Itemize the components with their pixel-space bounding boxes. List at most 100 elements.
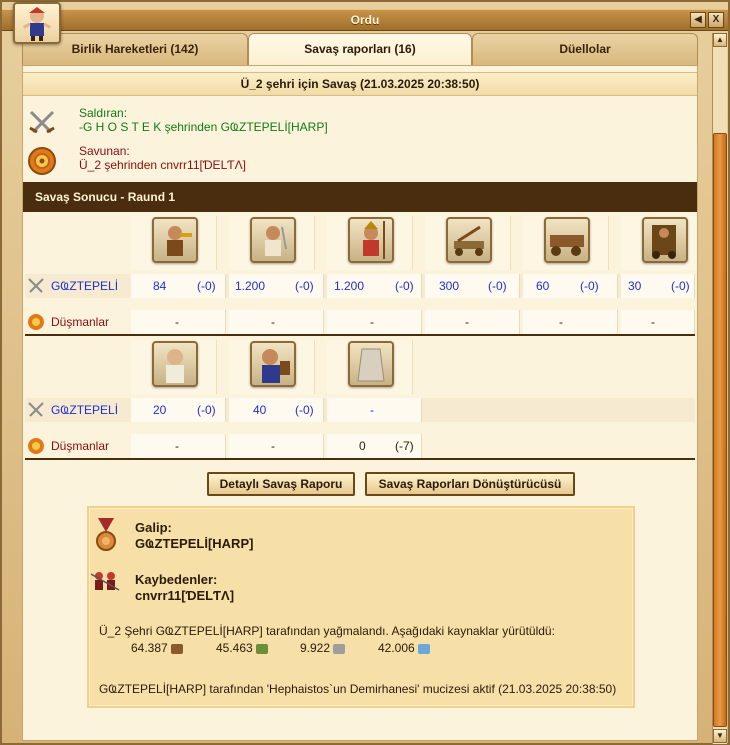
defender-role: Savunan: xyxy=(79,144,130,158)
stone-icon xyxy=(256,643,269,654)
trumpeter-unit-icon[interactable] xyxy=(152,217,198,263)
attacker-info: Saldıran: -G H O S T E K şehrinden GҨZTE… xyxy=(27,106,627,140)
scroll-up-button[interactable]: ▲ xyxy=(713,33,727,47)
defender-line[interactable]: Ü_2 şehrinden cnvrr11[ƊΕLƬΛ] xyxy=(79,158,246,172)
round-title: Savaş Sonucu - Raund 1 xyxy=(23,182,697,212)
unit-slot xyxy=(523,216,609,270)
attacker-role: Saldıran: xyxy=(79,106,128,120)
unit-slot xyxy=(229,216,315,270)
enemy-count: - xyxy=(559,315,563,329)
unit-count: 1.200 xyxy=(235,279,266,293)
own-player-label[interactable]: GҨZTEPELİ xyxy=(51,403,118,417)
battering-ram-unit-icon[interactable] xyxy=(544,217,590,263)
enemy-count: - xyxy=(465,315,469,329)
shield-icon xyxy=(28,314,44,330)
enemy-label-cell: Düşmanlar xyxy=(25,434,129,458)
medal-icon xyxy=(96,518,116,551)
unit-count: 40 xyxy=(253,403,267,417)
window-titlebar: Ordu ◀ X xyxy=(2,9,728,31)
craftsman-unit-icon[interactable] xyxy=(250,341,296,387)
unit-count: 84 xyxy=(153,279,167,293)
enemy-label: Düşmanlar xyxy=(51,315,110,329)
enemy-count: - xyxy=(175,315,179,329)
enemy-count: - xyxy=(175,439,179,453)
close-button[interactable]: X xyxy=(708,12,724,28)
priest-unit-icon[interactable] xyxy=(152,341,198,387)
crossed-swords-icon xyxy=(29,110,55,134)
unit-slot xyxy=(229,340,315,394)
enemy-label: Düşmanlar xyxy=(51,439,110,453)
wood-icon xyxy=(171,643,184,654)
tab-duels[interactable]: Düellolar xyxy=(472,33,698,65)
vertical-scrollbar[interactable]: ▲ ▼ xyxy=(712,33,727,744)
unit-count: 30 xyxy=(628,279,642,293)
resource-silver: 9.922 xyxy=(300,641,346,655)
catapult-unit-icon[interactable] xyxy=(446,217,492,263)
unit-count: 60 xyxy=(536,279,550,293)
enemy-count: - xyxy=(271,315,275,329)
unit-loss: (-0) xyxy=(295,403,314,417)
shield-icon xyxy=(28,438,44,454)
window-title: Ordu xyxy=(350,13,380,27)
enemy-count: 0 xyxy=(359,439,366,453)
enemy-label-cell: Düşmanlar xyxy=(25,310,129,334)
unit-loss: (-0) xyxy=(395,279,414,293)
winner-label: Galip: xyxy=(135,520,172,535)
own-label-cell: GҨZTEPELİ xyxy=(25,398,129,422)
unit-count: 20 xyxy=(153,403,167,417)
enemy-loss: (-7) xyxy=(395,439,414,453)
tab-battle-reports[interactable]: Savaş raporları (16) xyxy=(248,33,472,65)
detailed-report-button[interactable]: Detaylı Savaş Raporu xyxy=(207,472,355,496)
battle-summary: Galip: GҨZTEPELİ[HARP] Kaybedenler: cnvr… xyxy=(87,506,635,708)
crossed-swords-icon xyxy=(28,402,44,417)
report-title: Ü_2 şehri için Savaş (21.03.2025 20:38:5… xyxy=(23,72,697,96)
round2-enemy-row: Düşmanlar - - 0 (-7) xyxy=(25,434,695,458)
swordsman-unit-icon[interactable] xyxy=(250,217,296,263)
unit-count: - xyxy=(370,403,374,417)
crossed-swords-icon xyxy=(28,278,44,293)
enemy-count: - xyxy=(651,315,655,329)
round1-own-row: GҨZTEPELİ 84 (-0) 1.200 (-0) 1.200 (-0) … xyxy=(25,274,695,298)
unit-loss: (-0) xyxy=(580,279,599,293)
battle-report-panel: Ü_2 şehri için Savaş (21.03.2025 20:38:5… xyxy=(22,65,698,741)
round1-enemy-row: Düşmanlar - - - - - - xyxy=(25,310,695,334)
wall-unit-icon[interactable] xyxy=(348,341,394,387)
minimize-button[interactable]: ◀ xyxy=(690,12,706,28)
unit-loss: (-0) xyxy=(488,279,507,293)
tab-bar: Birlik Hareketleri (142) Savaş raporları… xyxy=(22,33,698,65)
resource-stone: 45.463 xyxy=(216,641,269,655)
round-separator xyxy=(25,334,695,336)
unit-slot xyxy=(425,216,511,270)
round2-own-row: GҨZTEPELİ 20 (-0) 40 (-0) - xyxy=(25,398,695,422)
scroll-thumb[interactable] xyxy=(713,133,727,727)
defender-info: Savunan: Ü_2 şehrinden cnvrr11[ƊΕLƬΛ] xyxy=(27,144,627,178)
army-window: Ordu ◀ X Birlik Hareketleri (142) Savaş … xyxy=(0,0,730,745)
loser-name[interactable]: cnvrr11[ƊΕLƬΛ] xyxy=(135,588,234,603)
miracle-text: GҨZTEPELİ[HARP] tarafından 'Hephaistos`u… xyxy=(99,682,617,696)
ore-icon xyxy=(418,643,431,654)
attacker-line[interactable]: -G H O S T E K şehrinden GҨZTEPELİ[HARP] xyxy=(79,120,328,134)
player-avatar[interactable] xyxy=(13,2,61,44)
defeated-soldiers-icon xyxy=(91,572,120,591)
own-player-label[interactable]: GҨZTEPELİ xyxy=(51,279,118,293)
unit-slot xyxy=(131,216,217,270)
siege-engine-unit-icon[interactable] xyxy=(642,217,688,263)
report-converter-button[interactable]: Savaş Raporları Dönüştürücüsü xyxy=(365,472,575,496)
round-separator xyxy=(25,458,695,460)
shield-icon xyxy=(28,147,56,175)
winner-name[interactable]: GҨZTEPELİ[HARP] xyxy=(135,536,253,551)
scroll-down-button[interactable]: ▼ xyxy=(713,729,727,743)
spearman-unit-icon[interactable] xyxy=(348,217,394,263)
unit-count: 1.200 xyxy=(334,279,365,293)
enemy-count: - xyxy=(271,439,275,453)
enemy-count: - xyxy=(370,315,374,329)
silver-icon xyxy=(333,643,346,654)
unit-slot xyxy=(621,216,697,270)
plunder-text: Ü_2 Şehri GҨZTEPELİ[HARP] tarafından yağ… xyxy=(99,624,555,638)
resource-wood: 64.387 xyxy=(131,641,184,655)
unit-loss: (-0) xyxy=(197,403,216,417)
own-label-cell: GҨZTEPELİ xyxy=(25,274,129,298)
loser-label: Kaybedenler: xyxy=(135,572,218,587)
unit-slot xyxy=(327,216,413,270)
resource-ore: 42.006 xyxy=(378,641,431,655)
